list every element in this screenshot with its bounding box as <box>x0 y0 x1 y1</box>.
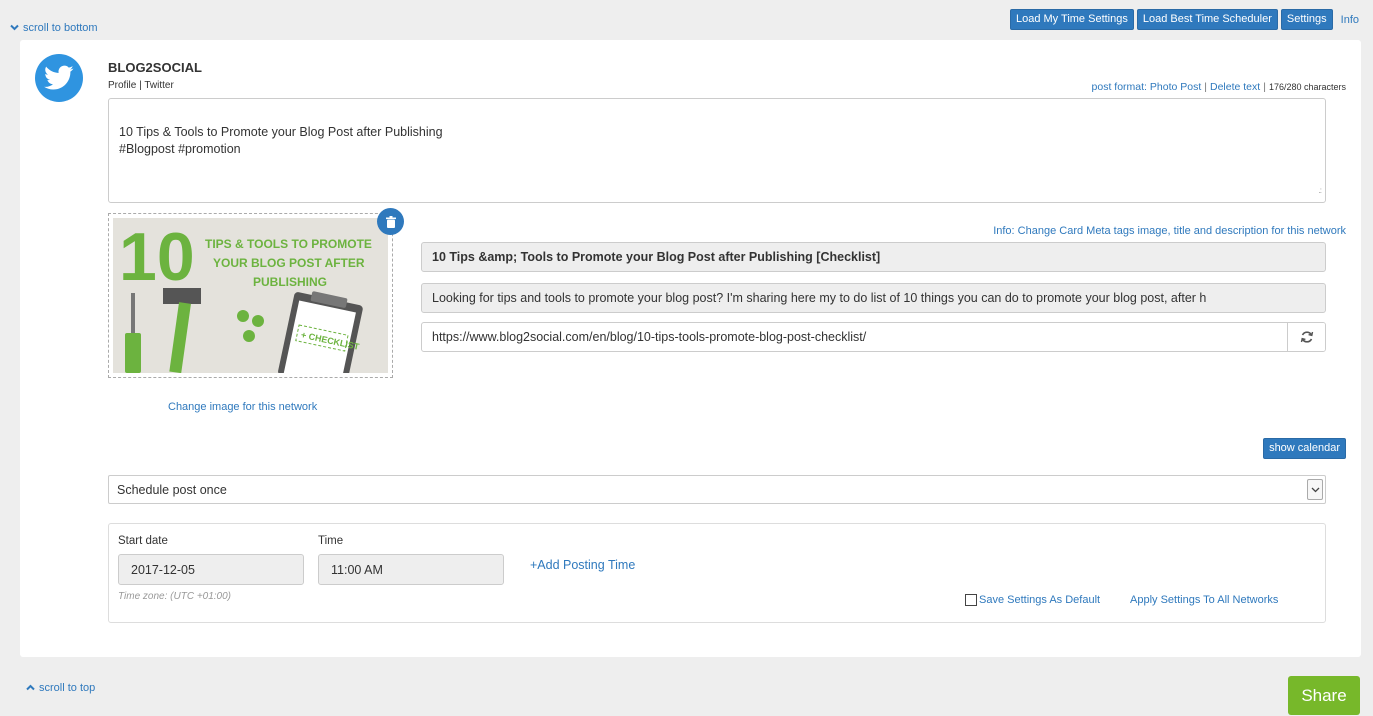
delete-image-button[interactable] <box>377 208 404 235</box>
scroll-to-top-label: scroll to top <box>39 682 96 694</box>
post-text: 10 Tips & Tools to Promote your Blog Pos… <box>119 125 443 156</box>
time-input[interactable]: 11:00 AM <box>318 554 504 585</box>
scroll-to-bottom-link[interactable]: scroll to bottom <box>10 22 98 34</box>
image-headline-2: YOUR BLOG POST AFTER <box>213 256 365 270</box>
top-toolbar: Load My Time Settings Load Best Time Sch… <box>1009 9 1359 30</box>
load-best-time-scheduler-button[interactable]: Load Best Time Scheduler <box>1136 9 1278 30</box>
post-image: 10 TIPS & TOOLS TO PROMOTE YOUR BLOG POS… <box>113 218 388 373</box>
card-meta-info-link[interactable]: Info: Change Card Meta tags image, title… <box>993 225 1346 237</box>
refresh-icon <box>1300 331 1313 343</box>
save-default-option[interactable]: Save Settings As Default <box>965 594 1100 606</box>
card-title-field[interactable]: 10 Tips &amp; Tools to Promote your Blog… <box>421 242 1326 272</box>
character-count: 176/280 characters <box>1268 82 1346 92</box>
delete-text-link[interactable]: Delete text <box>1210 81 1260 93</box>
scroll-to-bottom-label: scroll to bottom <box>23 22 98 34</box>
network-type: Profile | Twitter <box>108 80 174 91</box>
refresh-url-button[interactable] <box>1287 323 1325 351</box>
add-posting-time-link[interactable]: +Add Posting Time <box>530 558 635 572</box>
post-format-bar: post format: Photo Post | Delete text | 176/… <box>1091 81 1346 93</box>
resize-handle-icon[interactable]: .: <box>1319 182 1323 199</box>
share-button[interactable]: Share <box>1288 676 1360 715</box>
start-date-input[interactable]: 2017-12-05 <box>118 554 304 585</box>
image-headline-1: TIPS & TOOLS TO PROMOTE <box>205 237 372 251</box>
post-image-frame[interactable]: 10 TIPS & TOOLS TO PROMOTE YOUR BLOG POS… <box>108 213 393 378</box>
chevron-down-icon <box>1307 479 1323 500</box>
save-default-checkbox[interactable] <box>965 594 977 606</box>
post-text-editor[interactable]: 10 Tips & Tools to Promote your Blog Pos… <box>108 98 1326 203</box>
change-image-link[interactable]: Change image for this network <box>168 401 317 413</box>
network-post-card: BLOG2SOCIAL Profile | Twitter post forma… <box>20 40 1361 657</box>
network-name: BLOG2SOCIAL <box>108 60 202 75</box>
scroll-to-top-link[interactable]: scroll to top <box>26 682 95 694</box>
card-url-field[interactable]: https://www.blog2social.com/en/blog/10-t… <box>421 322 1326 352</box>
profile-label: Profile <box>108 80 137 91</box>
apply-all-networks-link[interactable]: Apply Settings To All Networks <box>1130 594 1278 606</box>
card-url-value: https://www.blog2social.com/en/blog/10-t… <box>432 330 867 344</box>
start-date-label: Start date <box>118 535 168 547</box>
twitter-bird-icon <box>35 54 83 102</box>
network-label: Twitter <box>144 80 174 91</box>
info-link[interactable]: Info <box>1341 14 1359 26</box>
schedule-panel: Start date 2017-12-05 Time zone: (UTC +0… <box>108 523 1326 623</box>
timezone-note: Time zone: (UTC +01:00) <box>118 591 232 602</box>
image-headline-3: PUBLISHING <box>253 275 327 289</box>
load-my-time-settings-button[interactable]: Load My Time Settings <box>1009 9 1134 30</box>
image-big-number: 10 <box>119 219 195 295</box>
trash-icon <box>385 215 396 228</box>
chevron-down-icon <box>10 23 19 33</box>
settings-button[interactable]: Settings <box>1280 9 1333 30</box>
show-calendar-button[interactable]: show calendar <box>1263 438 1346 459</box>
schedule-mode-value: Schedule post once <box>117 482 227 497</box>
post-format-link[interactable]: post format: Photo Post <box>1092 81 1202 93</box>
chevron-up-icon <box>26 683 35 693</box>
schedule-mode-select[interactable]: Schedule post once <box>108 475 1326 504</box>
card-description-field[interactable]: Looking for tips and tools to promote yo… <box>421 283 1326 313</box>
time-label: Time <box>318 535 344 547</box>
save-default-label[interactable]: Save Settings As Default <box>979 594 1100 606</box>
